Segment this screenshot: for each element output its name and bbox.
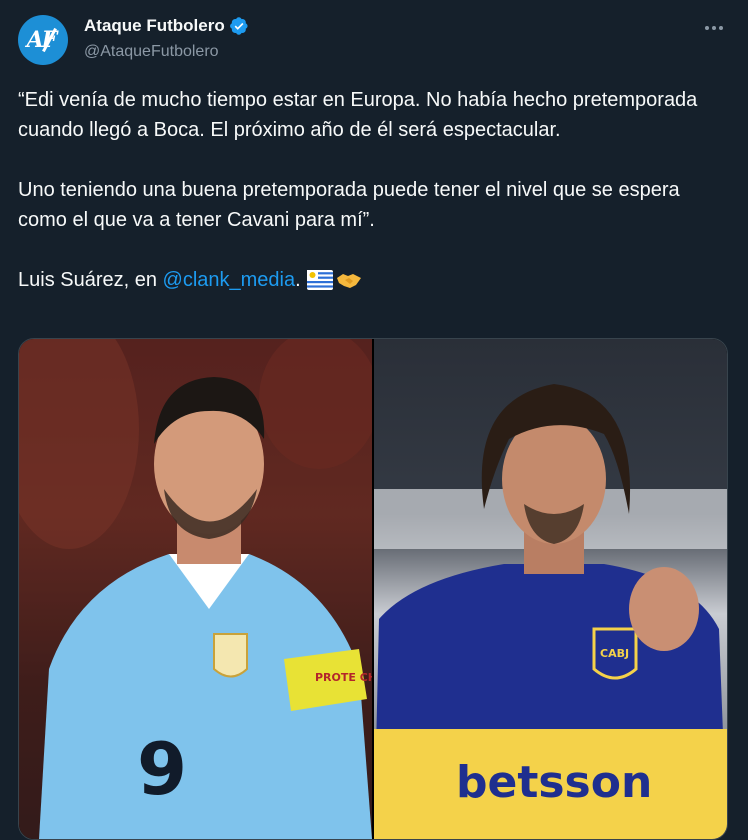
sponsor-text: betsson bbox=[456, 757, 652, 808]
photo-cavani[interactable]: betsson CABJ bbox=[374, 339, 727, 839]
author-handle[interactable]: @AtaqueFutbolero bbox=[84, 43, 219, 61]
jersey-number: 9 bbox=[137, 727, 187, 811]
player-uruguay-illustration: PROTE CHILD 9 bbox=[19, 339, 372, 839]
tweet-paragraph-2: Uno teniendo una buena pretemporada pued… bbox=[18, 179, 680, 231]
display-name[interactable]: Ataque Futbolero bbox=[84, 16, 225, 36]
more-dot-icon bbox=[705, 26, 709, 30]
tweet-text: “Edi venía de mucho tiempo estar en Euro… bbox=[18, 85, 718, 325]
attribution-prefix: Luis Suárez, en bbox=[18, 269, 163, 291]
photo-suarez[interactable]: PROTE CHILD 9 bbox=[19, 339, 372, 839]
avatar[interactable]: AF bbox=[18, 15, 68, 65]
handshake-icon bbox=[336, 274, 361, 288]
crest-text: CABJ bbox=[600, 647, 629, 660]
uruguay-flag-icon bbox=[306, 270, 333, 290]
tweet-paragraph-1: “Edi venía de mucho tiempo estar en Euro… bbox=[18, 89, 698, 141]
verified-badge-icon bbox=[229, 17, 248, 35]
mention-link[interactable]: @clank_media bbox=[163, 269, 296, 291]
more-dot-icon bbox=[719, 26, 723, 30]
tweet-paragraph-3: Luis Suárez, en @clank_media. bbox=[18, 265, 718, 295]
author-name-row: Ataque Futbolero bbox=[84, 16, 249, 36]
more-dot-icon bbox=[712, 26, 716, 30]
attribution-suffix: . bbox=[295, 269, 301, 291]
tweet-card: AF Ataque Futbolero @AtaqueFutbolero “Ed… bbox=[0, 0, 748, 840]
more-options-button[interactable] bbox=[700, 14, 728, 42]
media-grid[interactable]: PROTE CHILD 9 betsson bbox=[18, 338, 728, 840]
player-boca-illustration: betsson CABJ bbox=[374, 384, 727, 839]
sleeve-text: PROTE CHILD bbox=[315, 671, 372, 684]
